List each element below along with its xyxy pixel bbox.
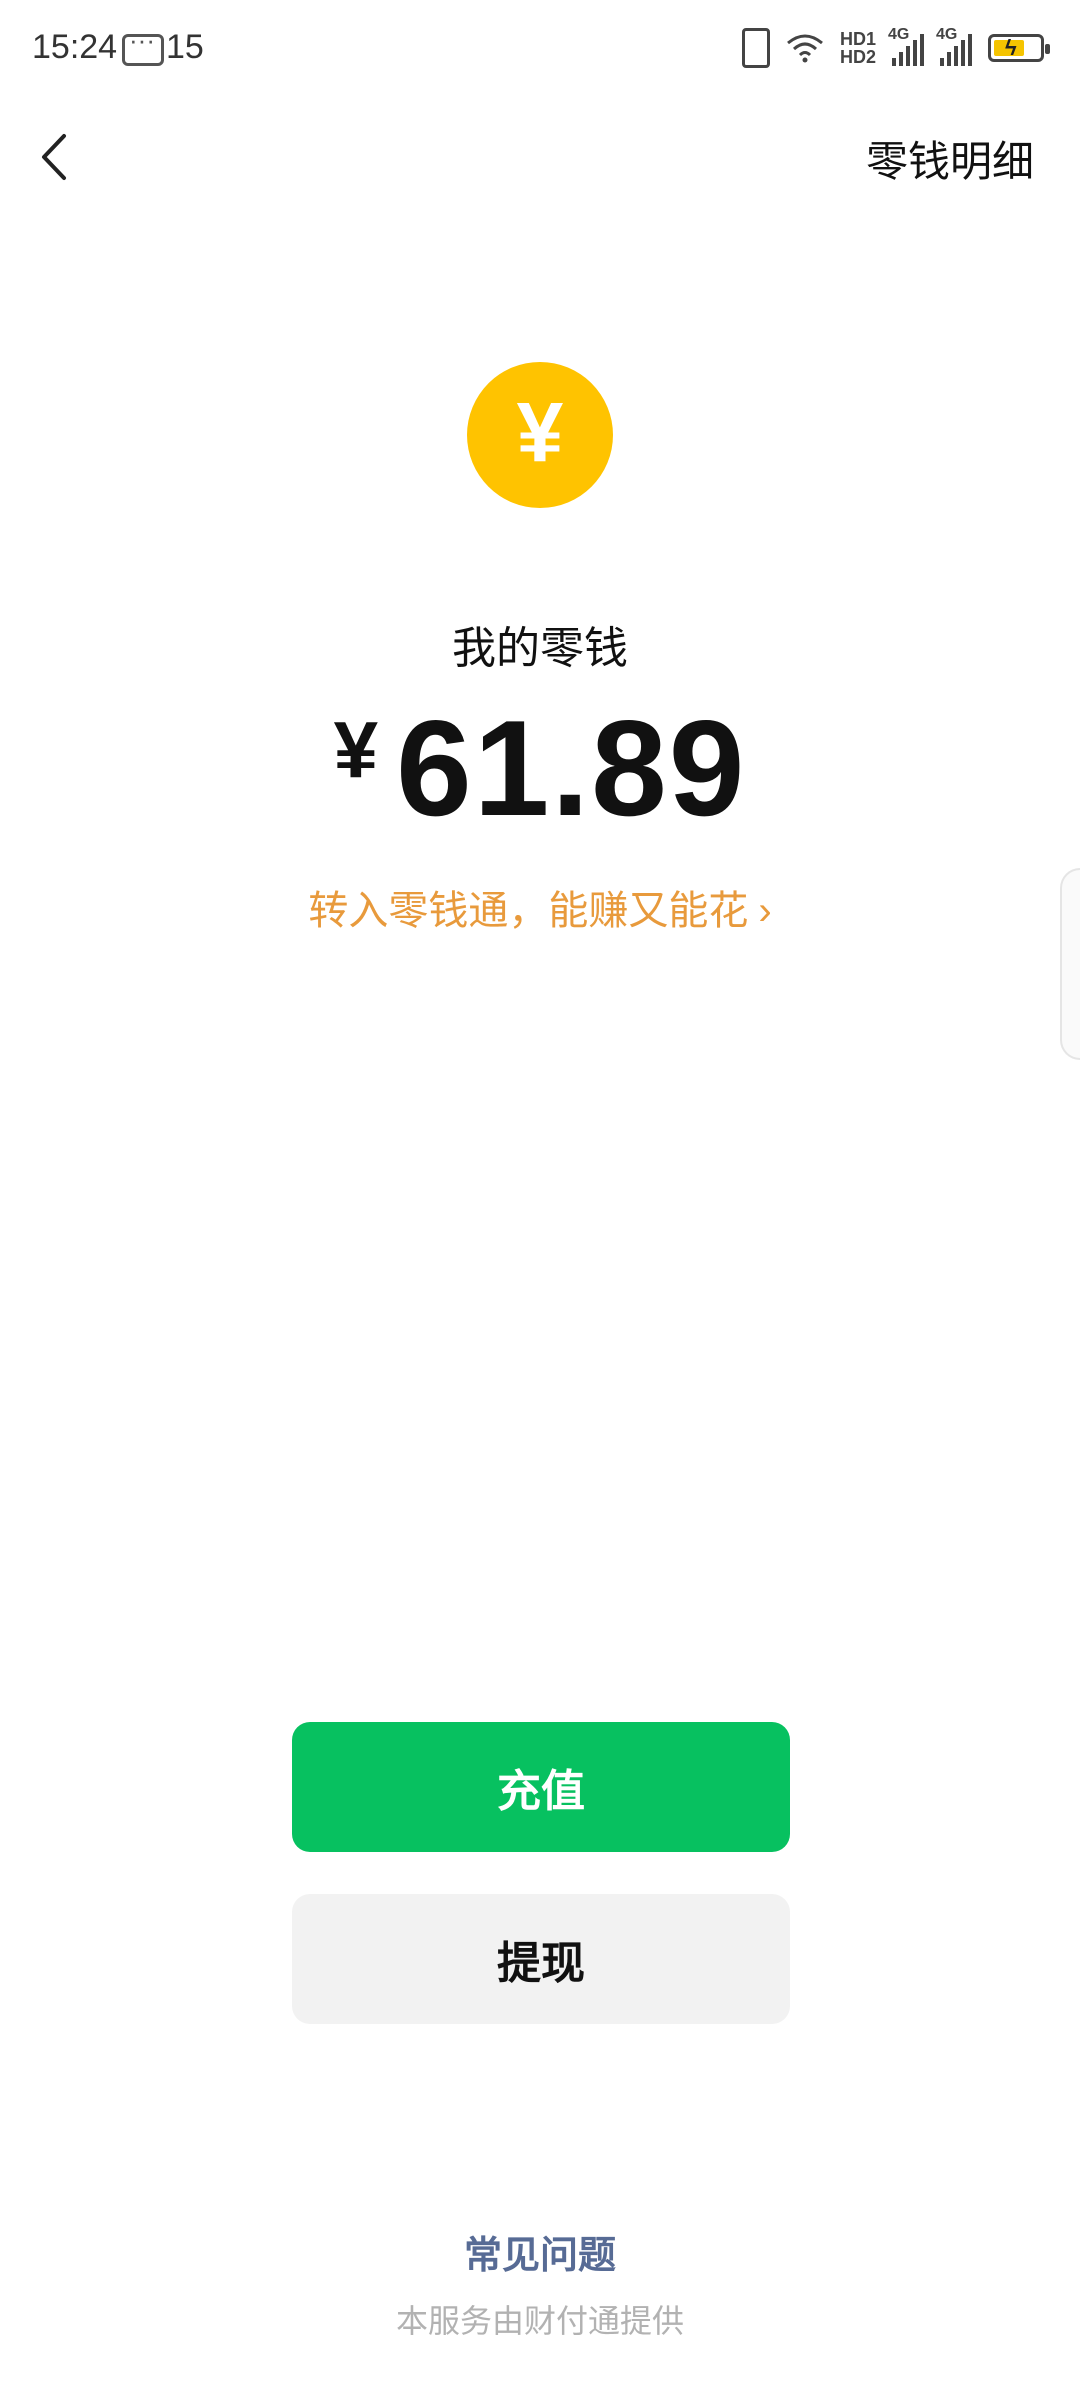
amount-value: 61.89 <box>396 692 747 844</box>
yuan-coin-icon: ¥ <box>467 362 613 508</box>
service-provider-text: 本服务由财付通提供 <box>395 2303 684 2339</box>
message-notification-icon <box>122 25 164 66</box>
network-label-2: 4G <box>936 26 958 43</box>
status-icons: HD1 HD2 4G 4G ϟ <box>741 24 1050 72</box>
yuan-symbol: ¥ <box>516 385 564 479</box>
hd-indicator: HD1 HD2 <box>840 30 876 66</box>
status-bar: 15:24 15 HD1 HD2 4G 4G ϟ <box>0 0 1080 100</box>
promo-text: 转入零钱通，能赚又能花 <box>308 889 749 933</box>
network-label-1: 4G <box>888 26 910 43</box>
hd2-label: HD2 <box>839 47 876 67</box>
recharge-button[interactable]: 充值 <box>292 1722 790 1852</box>
wifi-icon <box>786 33 824 63</box>
vibrate-icon <box>741 28 770 68</box>
battery-icon: ϟ <box>988 34 1050 62</box>
chevron-left-icon <box>42 134 66 180</box>
charging-icon: ϟ <box>1005 35 1017 60</box>
side-floating-tab[interactable] <box>1060 868 1080 1060</box>
status-time: 15:24 <box>32 28 118 66</box>
lingqiantong-promo-link[interactable]: 转入零钱通，能赚又能花 › <box>0 878 1080 936</box>
signal-icon-2: 4G <box>936 26 972 66</box>
back-button[interactable] <box>30 122 80 192</box>
chevron-right-icon: › <box>758 889 772 933</box>
currency-symbol: ¥ <box>333 705 379 794</box>
faq-link[interactable]: 常见问题 <box>0 2224 1080 2279</box>
balance-label: 我的零钱 <box>452 624 628 673</box>
balance-amount: ¥61.89 <box>0 690 1080 846</box>
notification-count: 15 <box>166 28 204 66</box>
signal-icon-1: 4G <box>888 26 924 66</box>
balance-details-link[interactable]: 零钱明细 <box>866 128 1034 189</box>
hd1-label: HD1 <box>839 29 876 49</box>
withdraw-button[interactable]: 提现 <box>292 1894 790 2024</box>
